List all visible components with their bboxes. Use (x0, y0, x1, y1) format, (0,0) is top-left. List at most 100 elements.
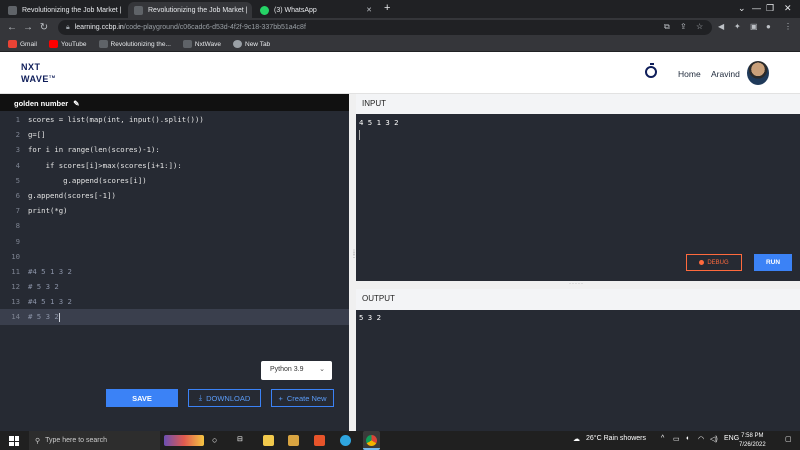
input-header: INPUT (356, 94, 800, 114)
code-line[interactable]: 3 for i in range(len(scores)-1): (0, 142, 349, 157)
debug-label: DEBUG (707, 259, 729, 266)
profile-icon[interactable]: ● (766, 22, 771, 31)
notification-icon[interactable]: ▢ (785, 435, 792, 443)
browser-toolbar: ← → ↻ 🔒︎ learning.ccbp.in/code-playgroun… (0, 18, 800, 37)
chevron-down-icon: ⌄ (319, 366, 325, 373)
volume-icon[interactable]: ◁) (710, 435, 718, 443)
code-line[interactable]: 2 g=[] (0, 127, 349, 142)
system-clock[interactable]: 7:58 PM 7/26/2022 (739, 432, 766, 449)
pencil-icon[interactable]: ✎ (73, 99, 79, 108)
weather-text[interactable]: 26°C Rain showers (586, 435, 646, 442)
close-tab-icon[interactable]: ✕ (121, 6, 126, 14)
close-window-icon[interactable]: ✕ (784, 3, 792, 14)
logo-tm: TM (48, 74, 56, 79)
code-line[interactable]: 10 (0, 249, 349, 264)
input-value: 4 5 1 3 2 (359, 118, 399, 127)
menu-icon[interactable]: ⋮ (784, 22, 792, 31)
user-name[interactable]: Aravind (711, 69, 740, 79)
chevron-up-icon[interactable]: ^ (661, 435, 664, 442)
save-button[interactable]: SAVE (106, 389, 178, 407)
globe-icon (233, 40, 242, 48)
wifi-icon[interactable]: ◠ (698, 435, 704, 443)
file-title: golden number (14, 99, 69, 108)
battery-icon[interactable]: ▭ (673, 435, 680, 443)
bookmark-nxtwave[interactable]: NxtWave (182, 40, 221, 48)
debug-button[interactable]: DEBUG (686, 254, 742, 271)
search-highlight-icon[interactable] (164, 435, 204, 446)
tab-job-market-1[interactable]: Revolutionizing the Job Market | ✕ (2, 2, 126, 18)
language-select[interactable]: Python 3.9 ⌄ (261, 361, 332, 380)
vertical-splitter[interactable]: ⋮ ⋮ (349, 94, 357, 431)
nav-home-link[interactable]: Home (678, 69, 701, 79)
sidepanel-icon[interactable]: ▣ (750, 22, 758, 31)
horizontal-splitter[interactable]: ····· (356, 281, 800, 289)
windows-taskbar: ⚲ Type here to search ○ ⊟ ☁ 26°C Rain sh… (0, 431, 800, 450)
windows-start-icon[interactable] (9, 436, 19, 446)
code-area[interactable]: 1 scores = list(map(int, input().split())… (0, 112, 349, 325)
weather-icon[interactable]: ☁ (573, 435, 580, 443)
bookmark-gmail[interactable]: Gmail (8, 40, 37, 48)
language-icon[interactable]: ENG (724, 435, 739, 442)
nxtwave-logo[interactable]: NXT WAVETM (21, 63, 56, 84)
code-text: # 5 3 2 (28, 282, 59, 292)
run-button[interactable]: RUN (754, 254, 792, 271)
code-line[interactable]: 8 (0, 218, 349, 233)
restore-icon[interactable]: ❐ (766, 3, 774, 14)
install-app-icon[interactable]: ⧉ (664, 22, 670, 32)
back-icon[interactable]: ← (4, 22, 20, 33)
code-line[interactable]: 11 #4 5 1 3 2 (0, 264, 349, 279)
task-view-icon[interactable]: ⊟ (237, 435, 243, 443)
store-icon[interactable] (288, 435, 299, 446)
line-number: 6 (15, 190, 20, 200)
share-icon[interactable]: ⇪ (680, 22, 687, 31)
code-line[interactable]: 6 g.append(scores[-1]) (0, 188, 349, 203)
clock-time: 7:58 PM (741, 433, 764, 439)
office-icon[interactable] (314, 435, 325, 446)
download-button[interactable]: ⤓ DOWNLOAD (188, 389, 261, 407)
chevron-down-icon[interactable]: ⌄ (738, 3, 746, 14)
address-bar[interactable]: 🔒︎ learning.ccbp.in/code-playground/c06c… (58, 20, 712, 35)
bookmark-new-tab[interactable]: New Tab (233, 40, 270, 48)
stopwatch-icon[interactable] (645, 63, 657, 78)
create-new-button[interactable]: + Create New (271, 389, 334, 407)
code-text: for i in range(len(scores)-1): (28, 145, 160, 155)
close-tab-icon[interactable]: ✕ (360, 6, 372, 14)
tab-job-market-2[interactable]: Revolutionizing the Job Market | ✕ (128, 2, 252, 18)
bookmark-label: NxtWave (194, 40, 221, 48)
chrome-icon (366, 435, 377, 446)
code-line[interactable]: 13 #4 5 1 3 2 (0, 294, 349, 309)
line-number: 12 (11, 282, 20, 292)
puzzle-icon[interactable]: ✦ (734, 22, 741, 31)
reload-icon[interactable]: ↻ (36, 22, 52, 33)
forward-icon[interactable]: → (20, 22, 36, 33)
code-line[interactable]: 5 g.append(scores[i]) (0, 173, 349, 188)
taskbar-search-box[interactable]: ⚲ Type here to search (29, 431, 160, 450)
line-number: 14 (11, 312, 20, 322)
avatar[interactable] (747, 61, 769, 85)
drag-handle-icon[interactable]: ····· (569, 281, 584, 287)
chrome-taskbar-button[interactable] (363, 431, 380, 450)
bookmark-label: Revolutionizing the... (110, 40, 171, 48)
bookmark-star-icon[interactable]: ☆ (696, 22, 703, 31)
code-line[interactable]: 4 if scores[i]>max(scores[i+1:]): (0, 158, 349, 173)
code-line[interactable]: 12 # 5 3 2 (0, 279, 349, 294)
tab-whatsapp[interactable]: (3) WhatsApp ✕ (254, 2, 378, 18)
bookmark-revolutionizing[interactable]: Revolutionizing the... (98, 40, 171, 48)
code-line[interactable]: 14 # 5 3 2 (0, 309, 349, 325)
extension-icon[interactable]: ◀ (718, 22, 724, 31)
edge-icon[interactable] (340, 435, 351, 446)
code-line[interactable]: 7 print(*g) (0, 203, 349, 218)
code-line[interactable]: 9 (0, 234, 349, 249)
cortana-icon[interactable]: ○ (212, 435, 217, 445)
new-tab-button[interactable]: + (384, 2, 390, 14)
code-text: if scores[i]>max(scores[i+1:]): (28, 160, 182, 170)
file-explorer-icon[interactable] (263, 435, 274, 446)
minimize-icon[interactable]: — (752, 3, 761, 13)
close-tab-icon[interactable]: ✕ (247, 6, 252, 14)
bookmark-youtube[interactable]: YouTube (48, 40, 87, 48)
line-number: 10 (11, 251, 20, 261)
code-line[interactable]: 1 scores = list(map(int, input().split())… (0, 112, 349, 127)
line-number: 8 (15, 221, 20, 231)
network-icon[interactable]: ◐ (686, 435, 690, 442)
gmail-icon (8, 40, 17, 48)
